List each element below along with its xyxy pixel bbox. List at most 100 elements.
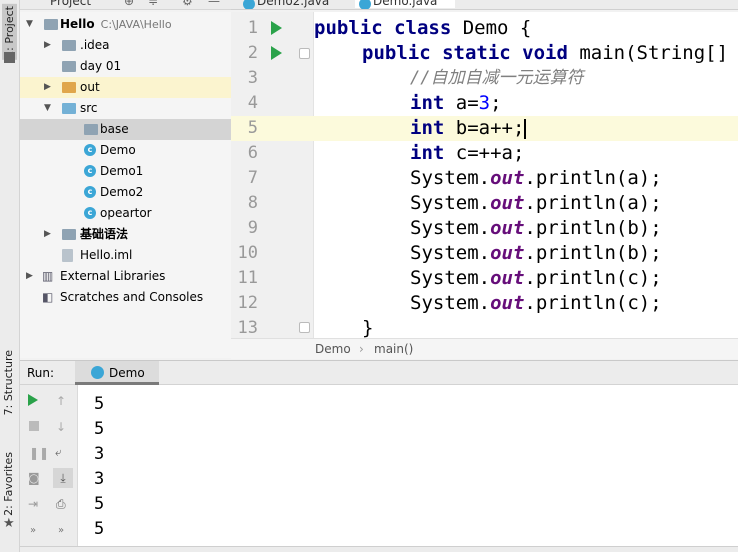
tree-item-src[interactable]: ▼ src <box>20 98 231 119</box>
tree-item-label: Demo <box>100 143 136 157</box>
static-field: out <box>490 267 525 289</box>
console-line: 5 <box>94 394 105 414</box>
star-icon: ★ <box>3 516 15 531</box>
tree-item-demo1[interactable]: c Demo1 <box>20 161 231 182</box>
code-line-10: System.out.println(b); <box>410 241 662 266</box>
tree-item-external-libraries[interactable]: ▶ ▥ External Libraries <box>20 266 231 287</box>
tree-item-label: out <box>80 80 100 94</box>
code-text: .println(a); <box>524 192 662 214</box>
root-name: Hello <box>60 17 95 31</box>
tree-item-opeartor[interactable]: c opeartor <box>20 203 231 224</box>
project-panel-title: Project <box>50 0 92 8</box>
tab-demo2-java[interactable]: Demo2.java <box>239 0 347 9</box>
class-icon <box>243 0 255 9</box>
keyword: int <box>410 117 445 139</box>
tree-item-label: .idea <box>80 38 110 52</box>
run-tab-demo[interactable]: Demo <box>75 361 159 385</box>
tree-item-base[interactable]: base <box>20 119 231 140</box>
rerun-icon[interactable] <box>28 394 38 406</box>
libraries-icon: ▥ <box>42 269 54 283</box>
run-toolbar: ❚❚ ◙ ⇥ » ↑ ↓ ⤶ ⤓ ⎙ » <box>20 385 78 552</box>
fold-marker-icon[interactable] <box>299 48 310 59</box>
status-bar <box>20 546 738 552</box>
package-icon <box>84 124 98 135</box>
chevron-right-icon[interactable]: ▶ <box>44 77 51 98</box>
tree-item-day01[interactable]: day 01 <box>20 56 231 77</box>
chevron-down-icon[interactable]: ▼ <box>26 14 33 35</box>
tree-item-label: base <box>100 122 129 136</box>
console-line: 5 <box>94 419 105 439</box>
scroll-to-end-icon[interactable]: ⤓ <box>53 468 73 488</box>
tree-item-label: Demo1 <box>100 164 144 178</box>
camera-icon[interactable]: ◙ <box>28 471 42 485</box>
tree-item-idea[interactable]: ▶ .idea <box>20 35 231 56</box>
tree-item-out[interactable]: ▶ out <box>20 77 231 98</box>
stop-icon[interactable] <box>29 421 39 431</box>
code-line-5: int b=a++; <box>410 116 527 141</box>
number-literal: 3 <box>478 92 491 114</box>
left-tool-strip: 1: Project 7: Structure 2: Favorites ★ <box>0 0 20 552</box>
soft-wrap-icon[interactable]: ⤶ <box>55 445 69 459</box>
code-line-4: int a=3; <box>410 91 502 116</box>
line-number: 3 <box>247 68 258 88</box>
structure-tool-tab[interactable]: 7: Structure <box>2 350 15 415</box>
console-output[interactable]: 5 5 3 3 5 5 <box>78 385 738 552</box>
code-text: .println(b); <box>524 217 662 239</box>
pause-icon[interactable]: ❚❚ <box>29 446 49 460</box>
line-number: 1 <box>247 18 258 38</box>
class-icon: c <box>84 207 96 219</box>
keyword: int <box>410 142 445 164</box>
module-folder-icon <box>44 19 58 30</box>
print-icon[interactable]: ⎙ <box>56 497 70 511</box>
code-text: System. <box>410 167 491 189</box>
code-line-8: System.out.println(a); <box>410 191 662 216</box>
exit-icon[interactable]: ⇥ <box>28 497 42 511</box>
run-class-icon[interactable] <box>271 21 282 35</box>
keyword: int <box>410 92 445 114</box>
code-line-9: System.out.println(b); <box>410 216 662 241</box>
breadcrumb-class[interactable]: Demo <box>315 339 351 359</box>
console-line: 3 <box>94 444 105 464</box>
hide-icon[interactable]: — <box>208 0 220 8</box>
tree-item-hello-iml[interactable]: Hello.iml <box>20 245 231 266</box>
code-line-11: System.out.println(c); <box>410 266 662 291</box>
static-field: out <box>490 292 525 314</box>
add-icon[interactable]: ⊕ <box>124 0 134 8</box>
tree-item-label: Hello.iml <box>80 248 133 262</box>
tree-item-demo2[interactable]: c Demo2 <box>20 182 231 203</box>
code-text: System. <box>410 292 491 314</box>
chevron-right-icon[interactable]: ▶ <box>44 224 51 245</box>
arrow-up-icon[interactable]: ↑ <box>56 394 70 408</box>
run-main-icon[interactable] <box>271 46 282 60</box>
chevron-down-icon[interactable]: ▼ <box>44 98 51 119</box>
gear-icon[interactable]: ⚙ <box>182 0 193 8</box>
text-cursor <box>524 118 527 139</box>
code-text: System. <box>410 192 491 214</box>
favorites-tool-tab[interactable]: 2: Favorites <box>2 452 15 516</box>
static-field: out <box>490 217 525 239</box>
collapse-icon[interactable]: ≑ <box>148 0 158 8</box>
tree-item-label: src <box>80 101 98 115</box>
code-text: .println(a); <box>524 167 662 189</box>
code-text: System. <box>410 267 491 289</box>
static-field: out <box>490 192 525 214</box>
code-text: .println(c); <box>524 267 662 289</box>
chevron-right-icon[interactable]: ▶ <box>26 266 33 287</box>
editor-tab-bar: Demo2.java Demo.java <box>231 0 738 10</box>
scratches-icon: ◧ <box>42 290 54 304</box>
tree-item-scratches[interactable]: ◧ Scratches and Consoles <box>20 287 231 308</box>
tab-demo-java[interactable]: Demo.java <box>355 0 455 9</box>
tree-root[interactable]: ▼ Hello C:\JAVA\Hello <box>20 14 231 35</box>
more-icon[interactable]: » <box>58 525 72 539</box>
tree-item-demo[interactable]: c Demo <box>20 140 231 161</box>
more-icon[interactable]: » <box>30 525 44 539</box>
chevron-right-icon[interactable]: ▶ <box>44 35 51 56</box>
code-line-7: System.out.println(a); <box>410 166 662 191</box>
class-icon: c <box>84 144 96 156</box>
fold-marker-icon[interactable] <box>299 322 310 333</box>
tab-label: Demo.java <box>373 0 438 8</box>
tree-item-basic-syntax[interactable]: ▶ 基础语法 <box>20 224 231 245</box>
line-number: 8 <box>247 193 258 213</box>
arrow-down-icon[interactable]: ↓ <box>56 420 70 434</box>
breadcrumb-method[interactable]: main() <box>374 339 413 359</box>
